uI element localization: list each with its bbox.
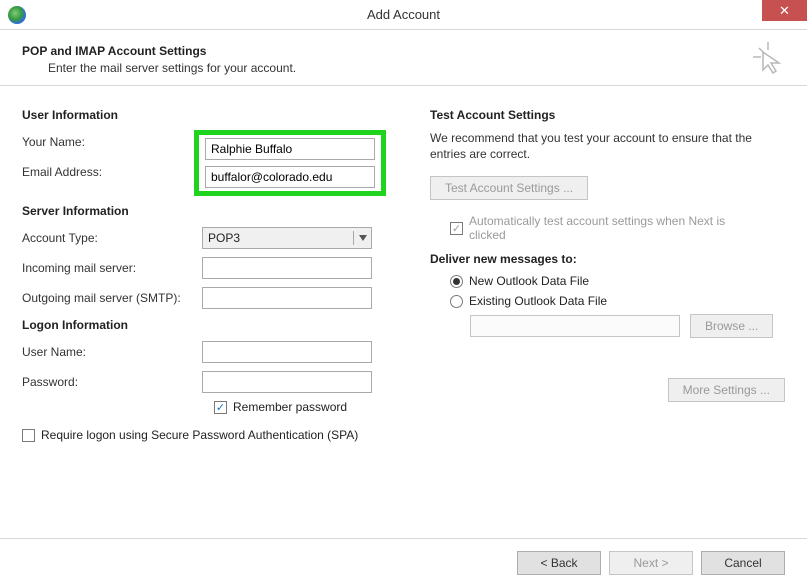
incoming-input[interactable] — [202, 257, 372, 279]
email-label: Email Address: — [22, 165, 202, 179]
radio-new-data-file[interactable] — [450, 275, 463, 288]
left-column: User Information Your Name: Email Addres… — [22, 104, 402, 448]
window-title: Add Account — [0, 7, 807, 22]
username-label: User Name: — [22, 345, 202, 359]
radio-new-label: New Outlook Data File — [469, 274, 589, 288]
chevron-down-icon — [353, 231, 367, 245]
close-icon: ✕ — [779, 3, 790, 19]
incoming-label: Incoming mail server: — [22, 261, 202, 275]
section-user-information: User Information — [22, 108, 402, 122]
test-account-button[interactable]: Test Account Settings ... — [430, 176, 588, 200]
account-type-label: Account Type: — [22, 231, 202, 245]
your-name-input[interactable] — [205, 138, 375, 160]
remember-password-label: Remember password — [233, 400, 347, 414]
section-server-information: Server Information — [22, 204, 402, 218]
password-label: Password: — [22, 375, 202, 389]
outgoing-label: Outgoing mail server (SMTP): — [22, 291, 202, 305]
account-type-value: POP3 — [208, 231, 240, 245]
auto-test-checkbox[interactable]: ✓ — [450, 222, 463, 235]
radio-existing-data-file[interactable] — [450, 295, 463, 308]
section-test-account: Test Account Settings — [430, 108, 785, 122]
spa-label: Require logon using Secure Password Auth… — [41, 428, 358, 442]
section-logon-information: Logon Information — [22, 318, 402, 332]
browse-button[interactable]: Browse ... — [690, 314, 773, 338]
spa-checkbox[interactable] — [22, 429, 35, 442]
email-input[interactable] — [205, 166, 375, 188]
username-input[interactable] — [202, 341, 372, 363]
header-subtitle: Enter the mail server settings for your … — [48, 61, 785, 75]
auto-test-label: Automatically test account settings when… — [469, 214, 749, 242]
content-area: User Information Your Name: Email Addres… — [0, 86, 807, 458]
footer: < Back Next > Cancel — [0, 538, 807, 587]
next-button[interactable]: Next > — [609, 551, 693, 575]
cursor-icon — [751, 40, 785, 77]
account-type-select[interactable]: POP3 — [202, 227, 372, 249]
password-input[interactable] — [202, 371, 372, 393]
more-settings-button[interactable]: More Settings ... — [668, 378, 785, 402]
header-title: POP and IMAP Account Settings — [22, 44, 785, 58]
header-band: POP and IMAP Account Settings Enter the … — [0, 30, 807, 86]
back-button[interactable]: < Back — [517, 551, 601, 575]
remember-password-checkbox[interactable]: ✓ — [214, 401, 227, 414]
close-button[interactable]: ✕ — [762, 0, 807, 21]
section-deliver: Deliver new messages to: — [430, 252, 785, 266]
titlebar: Add Account ✕ — [0, 0, 807, 30]
radio-existing-label: Existing Outlook Data File — [469, 294, 607, 308]
outgoing-input[interactable] — [202, 287, 372, 309]
existing-file-path-input — [470, 315, 680, 337]
your-name-label: Your Name: — [22, 135, 202, 149]
test-description: We recommend that you test your account … — [430, 130, 785, 162]
cancel-button[interactable]: Cancel — [701, 551, 785, 575]
app-icon — [8, 6, 26, 24]
highlighted-user-fields — [194, 130, 386, 196]
right-column: Test Account Settings We recommend that … — [430, 104, 785, 448]
